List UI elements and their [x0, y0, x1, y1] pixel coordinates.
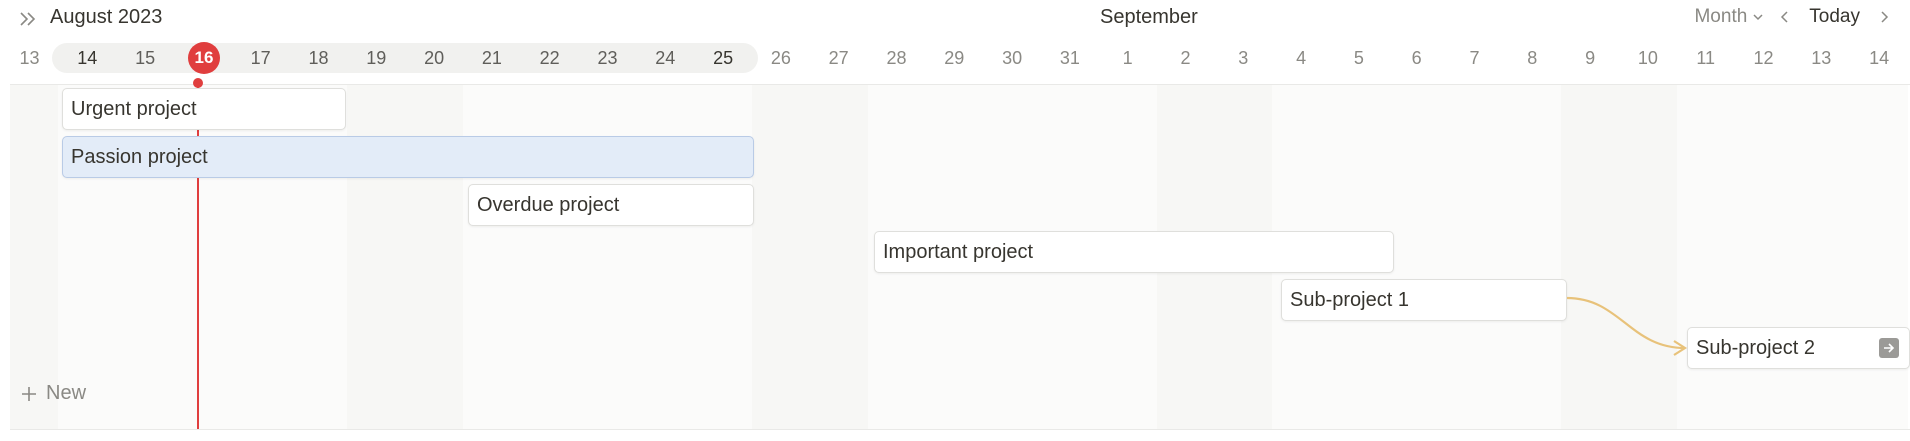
date-label: 9: [1585, 48, 1596, 68]
chevron-down-icon: [1753, 14, 1763, 21]
day-column: [1387, 85, 1447, 429]
date-label: 26: [770, 48, 791, 68]
date-label: 28: [886, 48, 907, 68]
date-label: 19: [366, 48, 387, 68]
expand-sidebar-button[interactable]: [16, 8, 40, 30]
date-label: 12: [1753, 48, 1774, 68]
project-name: Important project: [883, 241, 1034, 263]
date-label: 6: [1411, 48, 1422, 68]
date-label: 7: [1469, 48, 1480, 68]
previous-button[interactable]: [1775, 6, 1795, 28]
date-label: 14: [1869, 48, 1890, 68]
project-name: Passion project: [71, 146, 208, 168]
date-label: 24: [655, 48, 676, 68]
next-month-label: September: [1100, 6, 1198, 28]
open-project-button[interactable]: [1879, 338, 1899, 358]
arrow-right-icon: [1884, 343, 1895, 353]
date-label: 14: [77, 48, 98, 68]
today-date-marker: 16: [188, 42, 220, 74]
date-row: 13 14 15 16 17 18 19 20 21 22 23 24 25 26 27 28 29 30 31 1 2…: [0, 42, 1910, 74]
date-label: 13: [1811, 48, 1832, 68]
date-label: 17: [250, 48, 271, 68]
weekend-column: [1561, 85, 1620, 429]
date-label: 25: [713, 48, 734, 68]
bottom-divider: [10, 429, 1910, 430]
date-label: 31: [1059, 48, 1080, 68]
new-item-button[interactable]: New: [20, 382, 86, 405]
today-button[interactable]: Today: [1805, 6, 1864, 28]
chevron-right-icon: [1881, 11, 1889, 23]
weekend-column: [809, 85, 869, 429]
day-column: [1503, 85, 1562, 429]
date-label: 22: [539, 48, 560, 68]
date-label: 8: [1527, 48, 1538, 68]
date-label: 3: [1238, 48, 1249, 68]
weekend-column: [10, 85, 59, 429]
project-name: Urgent project: [71, 98, 197, 120]
date-label: 23: [597, 48, 618, 68]
date-label: 10: [1637, 48, 1658, 68]
date-label: 11: [1696, 48, 1716, 68]
project-bar-sub-project-2[interactable]: Sub-project 2: [1687, 327, 1910, 369]
project-name: Sub-project 2: [1696, 337, 1815, 359]
day-column: [1792, 85, 1851, 429]
next-button[interactable]: [1874, 6, 1894, 28]
view-controls: Month Today: [1694, 6, 1894, 28]
date-label: 29: [944, 48, 965, 68]
new-item-label: New: [46, 382, 87, 404]
double-chevron-right-icon: [20, 12, 36, 26]
date-label: 15: [135, 48, 156, 68]
day-column: [1445, 85, 1504, 429]
view-mode-dropdown[interactable]: Month: [1694, 6, 1765, 28]
timeline-header: August 2023 September Month Today: [0, 0, 1910, 38]
plus-icon: [22, 386, 36, 401]
project-bar-passion[interactable]: Passion project: [62, 136, 754, 178]
today-dot: [193, 78, 203, 88]
date-label: 2: [1180, 48, 1191, 68]
date-label: 27: [828, 48, 849, 68]
project-bar-urgent[interactable]: Urgent project: [62, 88, 346, 130]
date-label: 18: [308, 48, 329, 68]
date-label: 20: [424, 48, 445, 68]
date-label: 21: [481, 48, 502, 68]
date-label: 4: [1296, 48, 1307, 68]
date-label: 1: [1122, 48, 1133, 68]
project-bar-sub-project-1[interactable]: Sub-project 1: [1281, 279, 1567, 321]
day-column: [1676, 85, 1736, 429]
day-column: [1734, 85, 1793, 429]
day-column: [1850, 85, 1909, 429]
current-month-label: August 2023: [50, 6, 163, 28]
project-name: Sub-project 1: [1290, 289, 1409, 311]
project-name: Overdue project: [477, 194, 620, 216]
view-mode-label: Month: [1694, 6, 1748, 27]
weekend-column: [1619, 85, 1678, 429]
date-label: 13: [19, 48, 40, 68]
today-line: [197, 80, 199, 429]
chevron-left-icon: [1781, 11, 1788, 23]
date-label: 30: [1002, 48, 1023, 68]
project-bar-important[interactable]: Important project: [874, 231, 1394, 273]
weekend-column: [752, 85, 811, 429]
project-bar-overdue[interactable]: Overdue project: [468, 184, 754, 226]
date-label: 5: [1353, 48, 1364, 68]
